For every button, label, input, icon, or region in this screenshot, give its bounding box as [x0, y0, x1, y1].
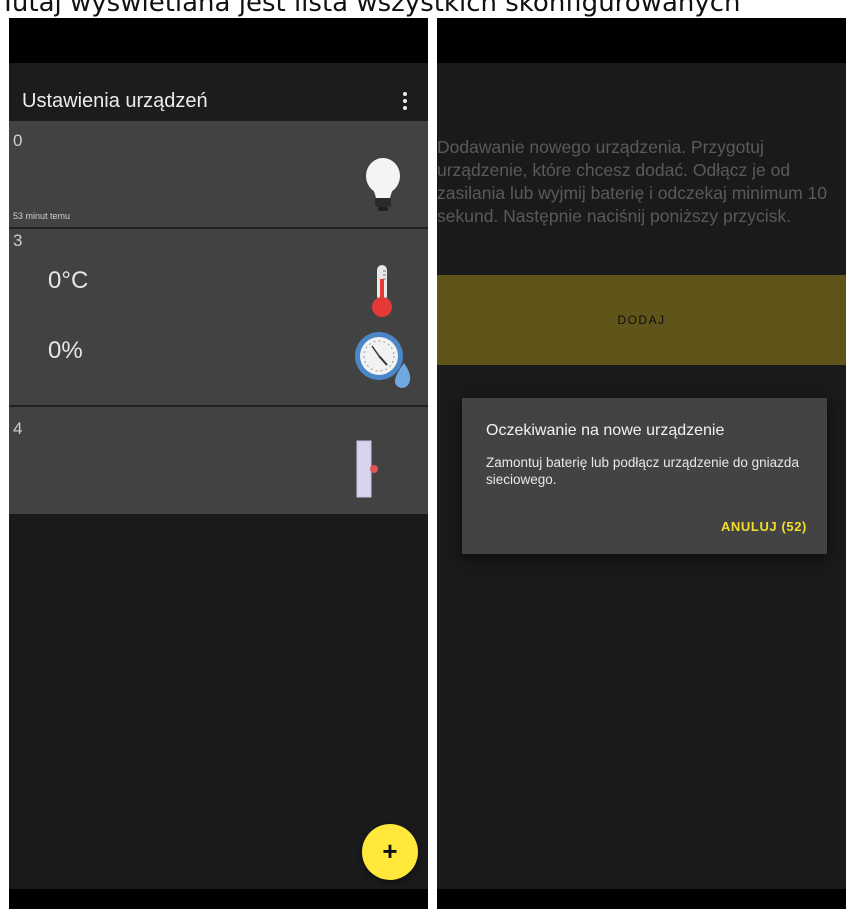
device-last-seen: 53 minut temu	[13, 211, 71, 221]
humidity-gauge-icon	[355, 332, 411, 388]
add-button[interactable]: DODAJ	[437, 275, 846, 365]
waiting-dialog: Oczekiwanie na nowe urządzenie Zamontuj …	[462, 398, 827, 554]
thermometer-icon	[372, 265, 392, 317]
light-bulb-icon	[366, 158, 400, 211]
humidity-reading: 0%	[48, 337, 83, 364]
dialog-title: Oczekiwanie na nowe urządzenie	[486, 422, 725, 439]
status-bar	[437, 18, 846, 63]
status-bar	[9, 18, 428, 63]
door-sensor-icon	[356, 440, 378, 498]
device-id: 4	[13, 419, 23, 438]
temperature-reading: 0°C	[48, 267, 89, 294]
instructions-text: Dodawanie nowego urządzenia. Przygotuj u…	[437, 137, 828, 226]
app-title: Ustawienia urządzeń	[22, 90, 208, 112]
device-list-screen: Ustawienia urządzeń 0 53 minut temu 3 0°…	[9, 18, 428, 909]
nav-bar	[437, 889, 846, 909]
add-device-fab[interactable]: +	[362, 824, 418, 880]
caption: Tutaj wyświetlana jest lista wszystkich …	[0, 0, 741, 18]
device-card[interactable]: 0 53 minut temu	[9, 121, 428, 227]
dialog-message: Zamontuj baterię lub podłącz urządzenie …	[486, 455, 799, 487]
nav-bar	[9, 889, 428, 909]
cancel-button[interactable]: ANULUJ (52)	[721, 519, 807, 534]
device-card[interactable]: 4	[9, 407, 428, 514]
more-vert-icon[interactable]	[397, 89, 413, 113]
device-id: 0	[13, 131, 23, 150]
add-device-screen: Dodawanie nowego urządzenia. Przygotuj u…	[437, 18, 846, 909]
device-id: 3	[13, 231, 23, 250]
device-card[interactable]: 3 0°C 0%	[9, 229, 428, 405]
